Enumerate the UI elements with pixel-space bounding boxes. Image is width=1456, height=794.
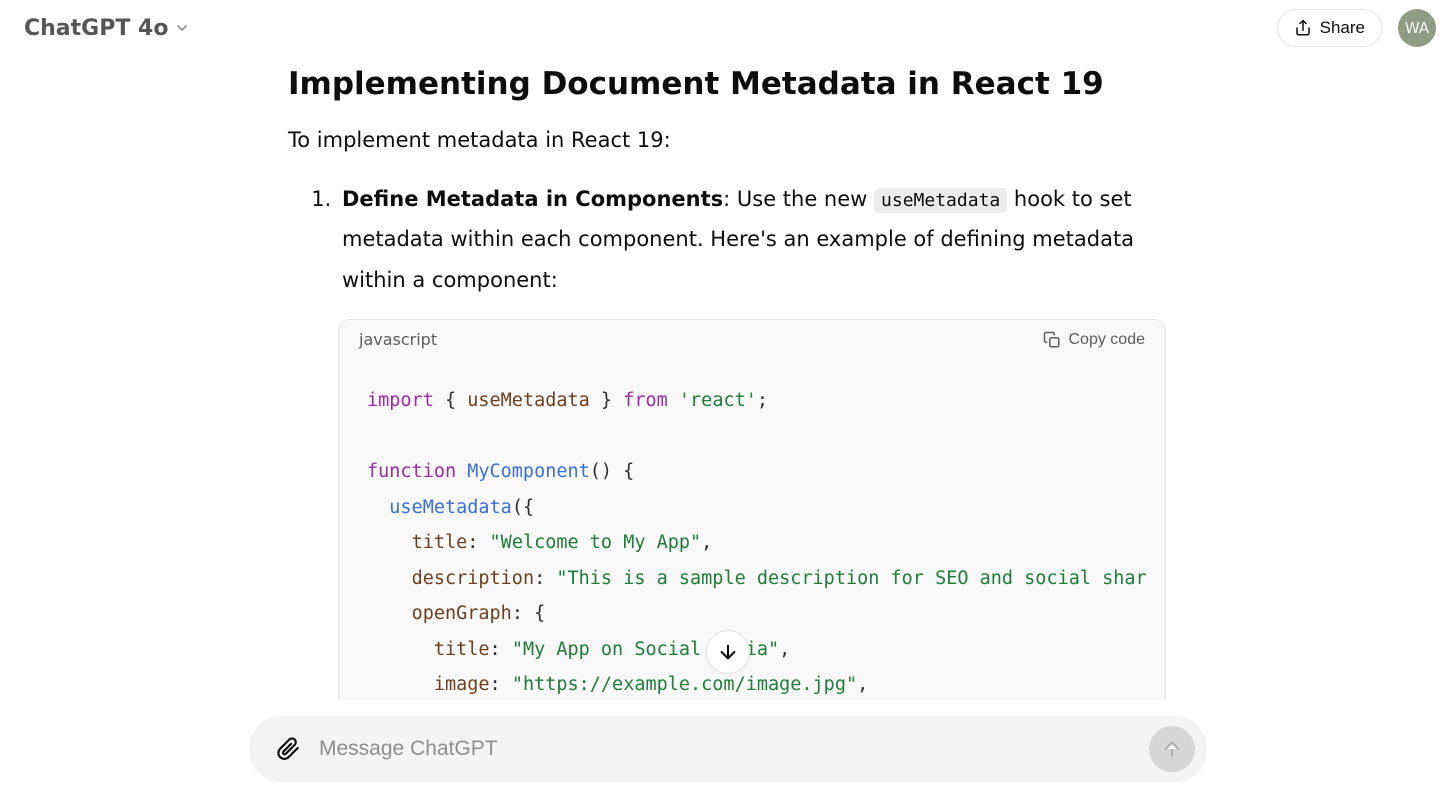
avatar[interactable]: WA: [1398, 9, 1436, 47]
inline-code: useMetadata: [874, 188, 1007, 213]
avatar-initials: WA: [1405, 19, 1429, 37]
code-block: javascript Copy code import { useMetadat…: [338, 319, 1166, 700]
send-button[interactable]: [1149, 726, 1195, 772]
arrow-down-icon: [717, 641, 739, 663]
model-label: ChatGPT 4o: [24, 16, 168, 41]
copy-code-label: Copy code: [1069, 331, 1146, 349]
intro-text: To implement metadata in React 19:: [288, 124, 1168, 157]
model-selector[interactable]: ChatGPT 4o: [14, 10, 200, 47]
conversation-scroll[interactable]: Implementing Document Metadata in React …: [0, 56, 1456, 700]
code-language-label: javascript: [359, 330, 437, 349]
arrow-up-icon: [1161, 738, 1183, 760]
share-icon: [1294, 19, 1312, 37]
attach-button[interactable]: [271, 732, 305, 766]
step-title-bold: Define Metadata in Components: [342, 187, 723, 211]
step-text-1: : Use the new: [723, 187, 874, 211]
composer-bar: [249, 716, 1207, 782]
share-button[interactable]: Share: [1277, 9, 1382, 47]
header-actions: Share WA: [1277, 9, 1436, 47]
section-heading: Implementing Document Metadata in React …: [288, 66, 1168, 102]
message-input[interactable]: [305, 737, 1149, 761]
app-header: ChatGPT 4o Share WA: [0, 0, 1456, 56]
assistant-message: Implementing Document Metadata in React …: [288, 56, 1168, 700]
copy-code-button[interactable]: Copy code: [1043, 331, 1146, 349]
chevron-down-icon: [174, 20, 190, 36]
share-label: Share: [1320, 18, 1365, 38]
composer: [249, 716, 1207, 782]
step-item: Define Metadata in Components: Use the n…: [338, 179, 1168, 302]
paperclip-icon: [275, 736, 301, 762]
steps-list: Define Metadata in Components: Use the n…: [288, 179, 1168, 302]
copy-icon: [1043, 331, 1061, 349]
scroll-to-bottom-button[interactable]: [706, 630, 750, 674]
code-body: import { useMetadata } from 'react'; fun…: [339, 359, 1165, 700]
code-header: javascript Copy code: [339, 320, 1165, 359]
